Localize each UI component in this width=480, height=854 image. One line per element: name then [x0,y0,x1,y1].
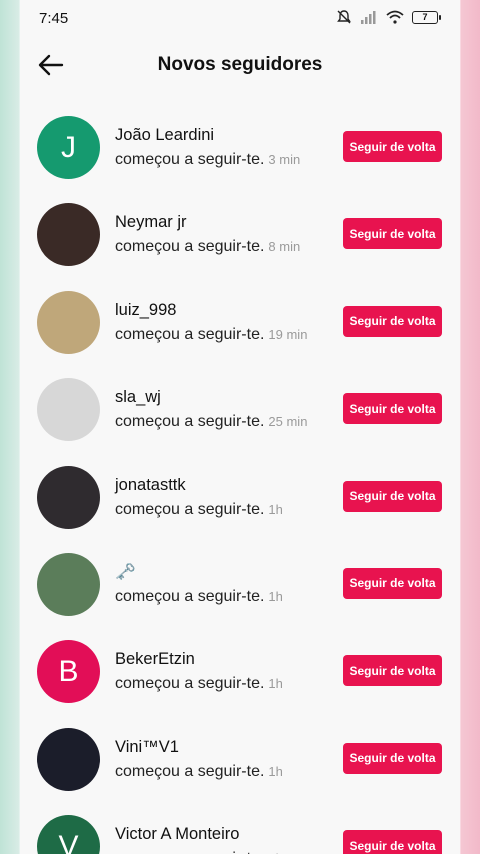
follower-name[interactable]: João Leardini [115,126,214,145]
follower-row[interactable]: jonatasttk começou a seguir-te. 1h Seguir d… [20,457,460,544]
follower-row[interactable]: Vini™V1 começou a seguir-te. 1h Seguir de v… [20,719,460,806]
follow-time: 8 min [268,239,301,255]
follower-name[interactable]: jonatasttk [115,476,186,495]
signal-icon [361,11,376,24]
bell-muted-icon [337,10,351,24]
avatar[interactable] [37,465,100,529]
follow-message: começou a seguir-te. 1h [115,763,283,781]
follower-name[interactable]: sla_wj [115,388,161,407]
follow-back-button[interactable]: Seguir de volta [343,305,442,337]
follow-back-button[interactable]: Seguir de volta [343,655,442,687]
follow-back-button[interactable]: Seguir de volta [343,742,442,774]
follow-action-text: começou a seguir-te. [115,850,264,854]
follow-back-button[interactable]: Seguir de volta [343,218,442,250]
avatar[interactable] [37,378,100,442]
follow-message: começou a seguir-te. 1h [115,501,283,519]
header: Novos seguidores [20,36,460,94]
follow-action-text: começou a seguir-te. [115,675,265,693]
status-time: 7:45 [39,10,69,27]
screen: 7:45 7 Novos seguidores J João Leardini … [20,0,460,854]
follow-back-button[interactable]: Seguir de volta [343,131,442,162]
follow-action-text: começou a seguir-te. [115,238,265,256]
avatar[interactable]: B [37,640,100,704]
follow-message: começou a seguir-te. 3 min [115,151,300,169]
follower-name[interactable]: Victor A Monteiro [115,825,239,844]
follower-row[interactable]: J João Leardini começou a seguir-te. 3 min S… [20,107,460,194]
follow-message: começou a seguir-te. 25 min [115,413,307,431]
follow-message: começou a seguir-te. 1h [115,675,283,693]
follow-time: 25 min [268,414,308,430]
follow-action-text: começou a seguir-te. [115,762,265,780]
avatar[interactable] [37,290,100,354]
follow-message: começou a seguir-te. 19 min [115,326,307,344]
follow-action-text: começou a seguir-te. [115,325,265,343]
follower-row[interactable]: 🗝️ começou a seguir-te. 1h Seguir de volta [20,544,460,631]
follow-time: 1h [268,501,283,517]
follow-message: começou a seguir-te. 8 min [115,238,300,256]
follower-row[interactable]: sla_wj começou a seguir-te. 25 min Seguir d… [20,369,460,456]
follower-name[interactable]: Vini™V1 [115,738,179,757]
follower-row[interactable]: B BekerEtzin começou a seguir-te. 1h Seguir … [20,631,460,718]
avatar[interactable] [37,203,100,267]
page-title: Novos seguidores [157,54,323,75]
follow-back-button[interactable]: Seguir de volta [343,480,442,512]
follow-message: começou a seguir-te.2h [115,850,283,854]
avatar[interactable]: J [37,116,100,179]
follow-time: 19 min [268,326,308,342]
avatar[interactable] [37,552,100,616]
follow-message: começou a seguir-te. 1h [115,588,283,606]
follower-name[interactable]: 🗝️ [115,563,136,582]
wifi-icon [386,10,404,24]
follower-name[interactable]: luiz_998 [115,301,176,320]
followers-list: J João Leardini começou a seguir-te. 3 min S… [20,107,460,854]
status-bar: 7:45 7 [20,0,460,36]
follower-row[interactable]: V Victor A Monteiro começou a seguir-te.2h… [20,806,460,854]
follow-back-button[interactable]: Seguir de volta [343,830,442,854]
avatar[interactable] [37,727,100,791]
follower-row[interactable]: Neymar jr começou a seguir-te. 8 min Seguir… [20,194,460,281]
follow-action-text: começou a seguir-te. [115,413,265,431]
follow-action-text: começou a seguir-te. [115,500,265,518]
follow-time: 1h [268,588,283,604]
battery-icon: 7 [412,10,441,24]
follow-action-text: começou a seguir-te. [115,151,265,168]
follower-name[interactable]: Neymar jr [115,213,187,232]
follower-row[interactable]: luiz_998 começou a seguir-te. 19 min Seguir… [20,282,460,369]
status-icons: 7 [336,9,441,25]
follow-back-button[interactable]: Seguir de volta [343,567,442,599]
follow-time: 1h [268,676,283,692]
follow-action-text: começou a seguir-te. [115,587,265,605]
follow-time: 1h [268,763,283,779]
follow-time: 3 min [268,152,301,167]
follow-back-button[interactable]: Seguir de volta [343,393,442,425]
avatar[interactable]: V [37,815,100,854]
follower-name[interactable]: BekerEtzin [115,650,195,669]
